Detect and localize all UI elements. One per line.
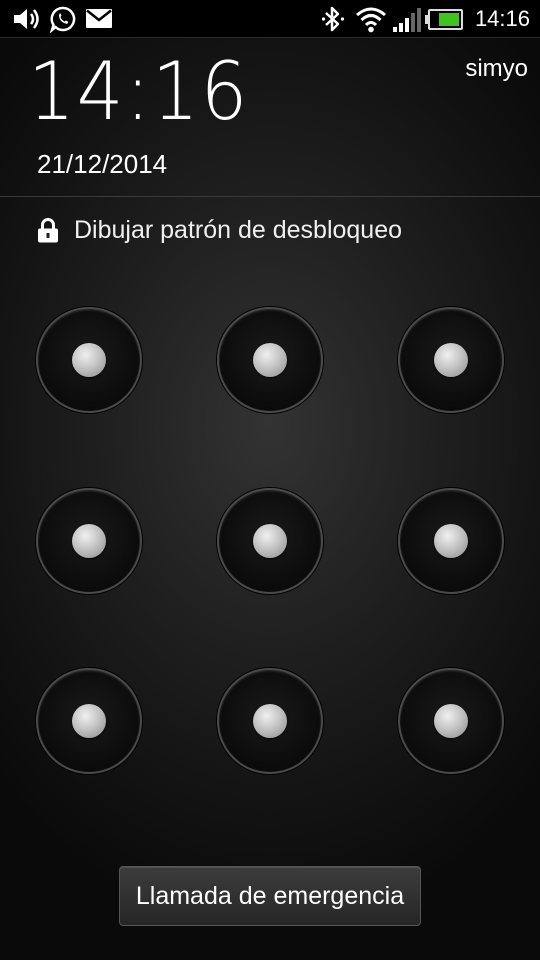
signal-icon bbox=[392, 7, 422, 38]
pattern-dot-center bbox=[253, 524, 287, 558]
pattern-dot-center bbox=[253, 704, 287, 738]
lock-date: 21/12/2014 bbox=[37, 149, 168, 179]
pattern-dot-center bbox=[72, 524, 106, 558]
unlock-prompt-label: Dibujar patrón de desbloqueo bbox=[74, 215, 403, 244]
pattern-dot-center bbox=[434, 524, 468, 558]
pattern-dot-3[interactable] bbox=[398, 307, 504, 413]
pattern-dot-center bbox=[253, 343, 287, 377]
divider bbox=[0, 196, 540, 197]
pattern-dot-1[interactable] bbox=[36, 307, 142, 413]
pattern-dot-center bbox=[72, 343, 106, 377]
bluetooth-icon bbox=[321, 5, 345, 38]
pattern-dot-7[interactable] bbox=[36, 668, 142, 774]
pattern-dot-center bbox=[434, 343, 468, 377]
pattern-dot-6[interactable] bbox=[398, 488, 504, 594]
pattern-dot-5[interactable] bbox=[217, 488, 323, 594]
emergency-call-button[interactable]: Llamada de emergencia bbox=[119, 866, 421, 926]
lockscreen[interactable]: 14:16 21/12/2014 simyo Dibujar patrón de… bbox=[0, 38, 540, 960]
mail-icon bbox=[86, 9, 112, 33]
pattern-dot-9[interactable] bbox=[398, 668, 504, 774]
pattern-dot-4[interactable] bbox=[36, 488, 142, 594]
wifi-icon bbox=[355, 5, 387, 38]
carrier-name: simyo bbox=[465, 55, 528, 82]
battery-icon bbox=[425, 9, 463, 35]
lock-clock: 14:16 bbox=[28, 45, 250, 138]
pattern-dot-center bbox=[72, 704, 106, 738]
pattern-dot-8[interactable] bbox=[217, 668, 323, 774]
whatsapp-icon bbox=[49, 5, 77, 38]
status-time: 14:16 bbox=[474, 6, 530, 31]
lock-icon bbox=[34, 216, 62, 244]
volume-icon bbox=[12, 6, 42, 37]
unlock-prompt: Dibujar patrón de desbloqueo bbox=[34, 214, 402, 246]
pattern-dot-2[interactable] bbox=[217, 307, 323, 413]
pattern-dot-center bbox=[434, 704, 468, 738]
status-bar: 14:16 bbox=[0, 0, 540, 38]
